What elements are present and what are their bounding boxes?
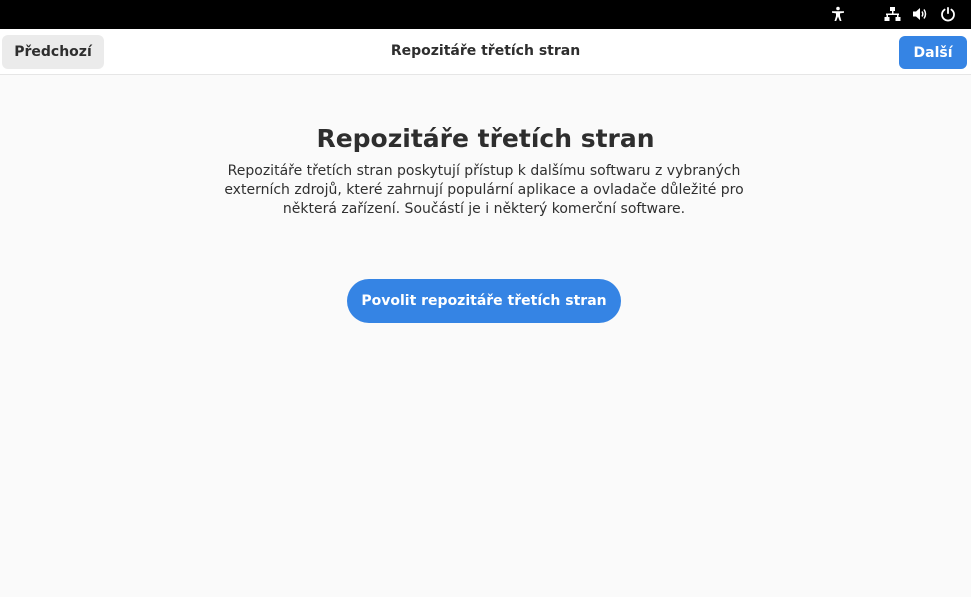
page-title: Repozitáře třetích stran: [316, 124, 655, 153]
header-bar: Předchozí Repozitáře třetích stran Další: [0, 29, 971, 75]
power-icon[interactable]: [938, 4, 958, 24]
page-description: Repozitáře třetích stran poskytují příst…: [224, 163, 744, 217]
accessibility-icon[interactable]: [828, 4, 848, 24]
volume-icon[interactable]: [910, 4, 930, 24]
network-wired-icon[interactable]: [882, 4, 902, 24]
header-title: Repozitáře třetích stran: [390, 43, 581, 59]
enable-third-party-repos-button[interactable]: Povolit repozitáře třetích stran: [347, 279, 621, 323]
next-button[interactable]: Další: [899, 36, 967, 69]
main-content: Repozitáře třetích stran Repozitáře třet…: [0, 76, 971, 597]
system-top-bar: [0, 0, 971, 29]
previous-button[interactable]: Předchozí: [2, 35, 104, 69]
